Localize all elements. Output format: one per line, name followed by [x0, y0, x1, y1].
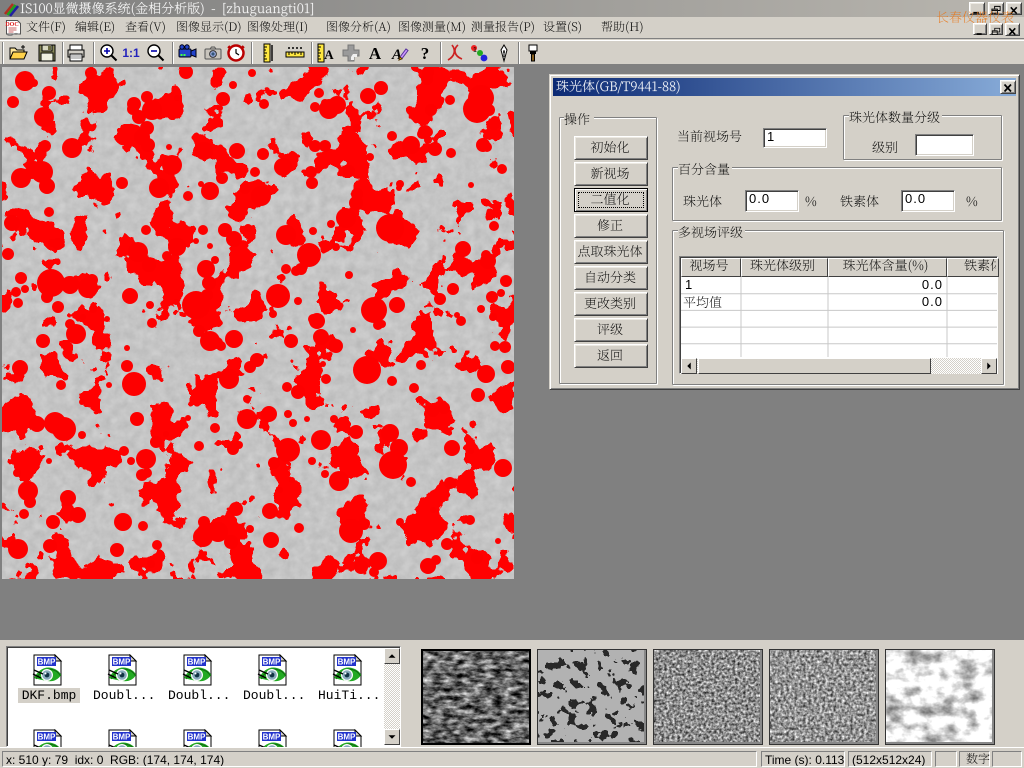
svg-text:BMP: BMP — [263, 733, 281, 742]
svg-text:BMP: BMP — [38, 733, 56, 742]
svg-text:BMP: BMP — [113, 733, 131, 742]
svg-text:BMP: BMP — [338, 733, 356, 742]
svg-text:A: A — [369, 44, 382, 63]
svg-text:BMP: BMP — [188, 658, 206, 667]
svg-text:BMP: BMP — [38, 658, 56, 667]
svg-text:BMP: BMP — [338, 658, 356, 667]
svg-text:DOC: DOC — [5, 22, 18, 28]
svg-text:BMP: BMP — [113, 658, 131, 667]
svg-text:BMP: BMP — [188, 733, 206, 742]
svg-text:1:1: 1:1 — [122, 46, 140, 60]
svg-text:A: A — [324, 47, 334, 62]
svg-text:1: 1 — [473, 47, 477, 54]
svg-text:?: ? — [421, 44, 430, 63]
svg-text:A: A — [391, 47, 402, 63]
svg-text:BMP: BMP — [263, 658, 281, 667]
